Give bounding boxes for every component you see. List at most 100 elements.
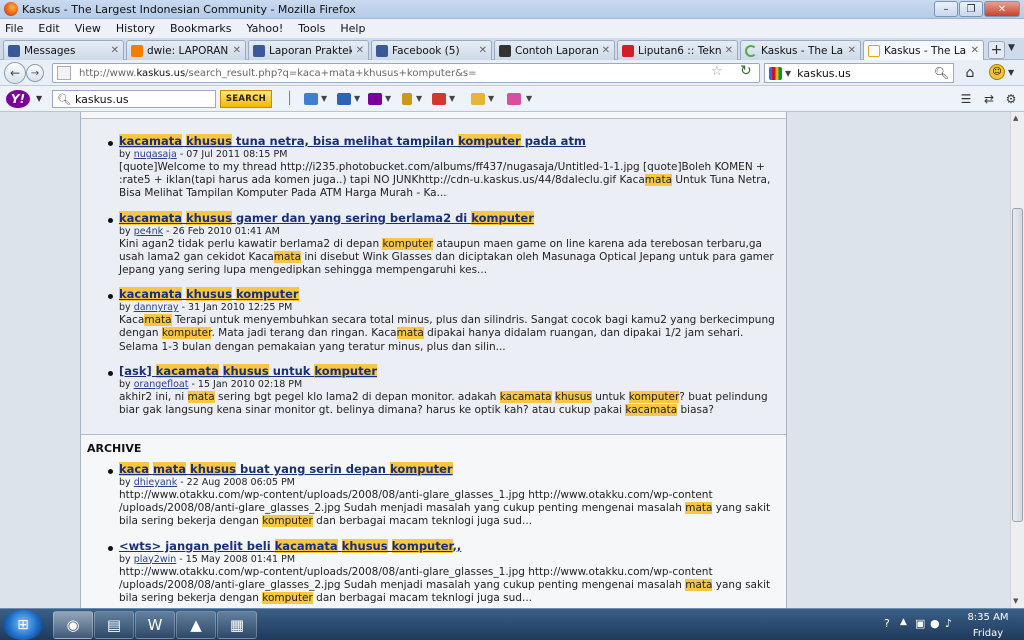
- tray-volume-icon[interactable]: ♪: [945, 617, 952, 630]
- yahoo-search-button[interactable]: SEARCH: [220, 90, 272, 108]
- author-link[interactable]: play2win: [134, 554, 177, 565]
- close-button[interactable]: ✕: [984, 1, 1020, 17]
- yahoo-menu-dropdown-icon[interactable]: ▼: [36, 94, 42, 103]
- web-search-input[interactable]: kaskus.us: [797, 67, 934, 80]
- page-info-icon[interactable]: [57, 66, 71, 80]
- by-label: by: [119, 302, 134, 314]
- tab-close-icon[interactable]: ✕: [971, 45, 979, 56]
- scroll-up-icon[interactable]: ▲: [1013, 114, 1018, 122]
- tray-help-icon[interactable]: ?: [884, 617, 890, 630]
- tab-close-icon[interactable]: ✕: [479, 45, 487, 56]
- menu-yahoo[interactable]: Yahoo!: [246, 22, 283, 35]
- author-link[interactable]: pe4nk: [134, 226, 163, 237]
- search-icon[interactable]: 🔍︎: [934, 66, 949, 80]
- list-all-tabs-icon[interactable]: ▼: [1008, 43, 1015, 53]
- restore-button[interactable]: ❐: [959, 1, 983, 17]
- taskbar-vlc-icon[interactable]: ▲: [176, 611, 216, 639]
- tray-network-icon[interactable]: ▣: [915, 617, 925, 630]
- minimize-button[interactable]: –: [934, 1, 958, 17]
- add-dropdown-icon[interactable]: ▼: [354, 94, 360, 103]
- tab-laporan-praktek[interactable]: Laporan Praktek K... ✕: [248, 40, 369, 60]
- tab-kaskus-active[interactable]: Kaskus - The Larg... ✕: [863, 40, 984, 60]
- tab-close-icon[interactable]: ✕: [111, 45, 119, 56]
- web-search-box[interactable]: ▼ kaskus.us 🔍︎: [764, 63, 954, 83]
- taskbar-media-icon[interactable]: ▦: [217, 611, 257, 639]
- menu-view[interactable]: View: [75, 22, 101, 35]
- menu-tools[interactable]: Tools: [298, 22, 325, 35]
- result-title-link[interactable]: kacamata khusus komputer: [119, 287, 786, 302]
- result-title-link[interactable]: <wts> jangan pelit beli kacamata khusus …: [119, 538, 786, 554]
- reload-icon[interactable]: ↻: [740, 63, 752, 79]
- navigation-bar: ← → http://www.kaskus.us/search_result.p…: [0, 60, 1024, 86]
- vertical-scrollbar[interactable]: ▲ ▼: [1010, 112, 1024, 608]
- menu-history[interactable]: History: [116, 22, 155, 35]
- taskbar-firefox-icon[interactable]: ◉: [53, 611, 93, 639]
- system-clock[interactable]: 8:35 AM Friday: [962, 611, 1014, 640]
- author-link[interactable]: orangefloat: [134, 379, 189, 390]
- bookmarks-dropdown-icon[interactable]: ▼: [416, 94, 422, 103]
- settings-gear-icon[interactable]: ⚙: [1003, 90, 1019, 108]
- url-bar[interactable]: http://www.kaskus.us/search_result.php?q…: [52, 63, 760, 83]
- tab-close-icon[interactable]: ✕: [725, 45, 733, 56]
- keyword-highlight: kacamata: [119, 134, 182, 148]
- tab-label: dwie: LAPORAN P...: [147, 44, 229, 57]
- result-title-link[interactable]: kacamata khusus tuna netra, bisa melihat…: [119, 134, 786, 149]
- menu-file[interactable]: File: [5, 22, 23, 35]
- keyword-highlight: khusus: [186, 134, 232, 148]
- search-engine-dropdown-icon[interactable]: ▼: [785, 69, 791, 78]
- news-dropdown-icon[interactable]: ▼: [488, 94, 494, 103]
- flickr-icon[interactable]: [507, 93, 521, 105]
- yahoo-logo[interactable]: Y!: [6, 90, 30, 108]
- my-yahoo-icon[interactable]: [368, 93, 382, 105]
- google-icon[interactable]: [769, 66, 782, 80]
- author-link[interactable]: nugasaja: [134, 149, 177, 160]
- toolbar-options-icon[interactable]: ☰: [958, 90, 974, 108]
- tray-expand-icon[interactable]: ▲: [900, 617, 907, 627]
- tab-close-icon[interactable]: ✕: [602, 45, 610, 56]
- keyword-highlight: kacamata: [499, 390, 552, 403]
- my-yahoo-dropdown-icon[interactable]: ▼: [385, 94, 391, 103]
- result-title-link[interactable]: kaca mata khusus buat yang serin depan k…: [119, 462, 786, 477]
- mail-icon[interactable]: [304, 93, 318, 105]
- new-tab-button[interactable]: +: [988, 41, 1005, 59]
- result-title-link[interactable]: [ask] kacamata khusus untuk komputer: [119, 363, 786, 379]
- taskbar-word-icon[interactable]: W: [135, 611, 175, 639]
- forward-button[interactable]: →: [26, 64, 44, 82]
- news-icon[interactable]: [471, 93, 485, 105]
- scrollbar-thumb[interactable]: [1012, 208, 1023, 522]
- addon-dropdown-icon[interactable]: ▼: [1008, 68, 1014, 77]
- bookmark-star-icon[interactable]: ☆: [711, 64, 723, 79]
- tab-kaskus-loading[interactable]: Kaskus - The Larg... ✕: [740, 40, 861, 60]
- tab-close-icon[interactable]: ✕: [848, 45, 856, 56]
- tab-dwie[interactable]: dwie: LAPORAN P... ✕: [126, 40, 246, 60]
- scroll-down-icon[interactable]: ▼: [1013, 597, 1018, 605]
- liputan6-icon: [622, 44, 634, 57]
- tab-close-icon[interactable]: ✕: [356, 45, 364, 56]
- author-link[interactable]: dannyray: [134, 302, 179, 313]
- tab-contoh-laporan[interactable]: Contoh Laporan Pr... ✕: [494, 40, 615, 60]
- taskbar-explorer-icon[interactable]: ▤: [94, 611, 134, 639]
- add-bookmark-icon[interactable]: [337, 93, 351, 105]
- menu-help[interactable]: Help: [340, 22, 365, 35]
- author-link[interactable]: dhieyank: [134, 477, 178, 488]
- tab-close-icon[interactable]: ✕: [233, 45, 241, 56]
- games-dropdown-icon[interactable]: ▼: [449, 94, 455, 103]
- toolbar-arrows-icon[interactable]: ⇄: [981, 90, 997, 108]
- games-icon[interactable]: [432, 93, 446, 105]
- menu-bookmarks[interactable]: Bookmarks: [170, 22, 231, 35]
- home-icon[interactable]: ⌂: [960, 64, 980, 82]
- yahoo-search-input[interactable]: kaskus.us: [75, 93, 129, 106]
- yahoo-search-box[interactable]: 🔍︎ kaskus.us: [52, 90, 216, 108]
- start-button[interactable]: ⊞: [3, 610, 43, 640]
- flickr-dropdown-icon[interactable]: ▼: [526, 94, 532, 103]
- addon-icon[interactable]: ☺: [989, 64, 1005, 80]
- bookmarks-icon[interactable]: [402, 93, 412, 105]
- result-title-link[interactable]: kacamata khusus gamer dan yang sering be…: [119, 210, 786, 226]
- tray-antivirus-icon[interactable]: ●: [930, 617, 940, 630]
- mail-dropdown-icon[interactable]: ▼: [321, 94, 327, 103]
- back-button[interactable]: ←: [4, 62, 26, 84]
- tab-messages[interactable]: Messages ✕: [3, 40, 124, 60]
- tab-liputan6[interactable]: Liputan6 :: Tekno - ... ✕: [617, 40, 738, 60]
- menu-edit[interactable]: Edit: [38, 22, 59, 35]
- tab-facebook[interactable]: Facebook (5) ✕: [371, 40, 492, 60]
